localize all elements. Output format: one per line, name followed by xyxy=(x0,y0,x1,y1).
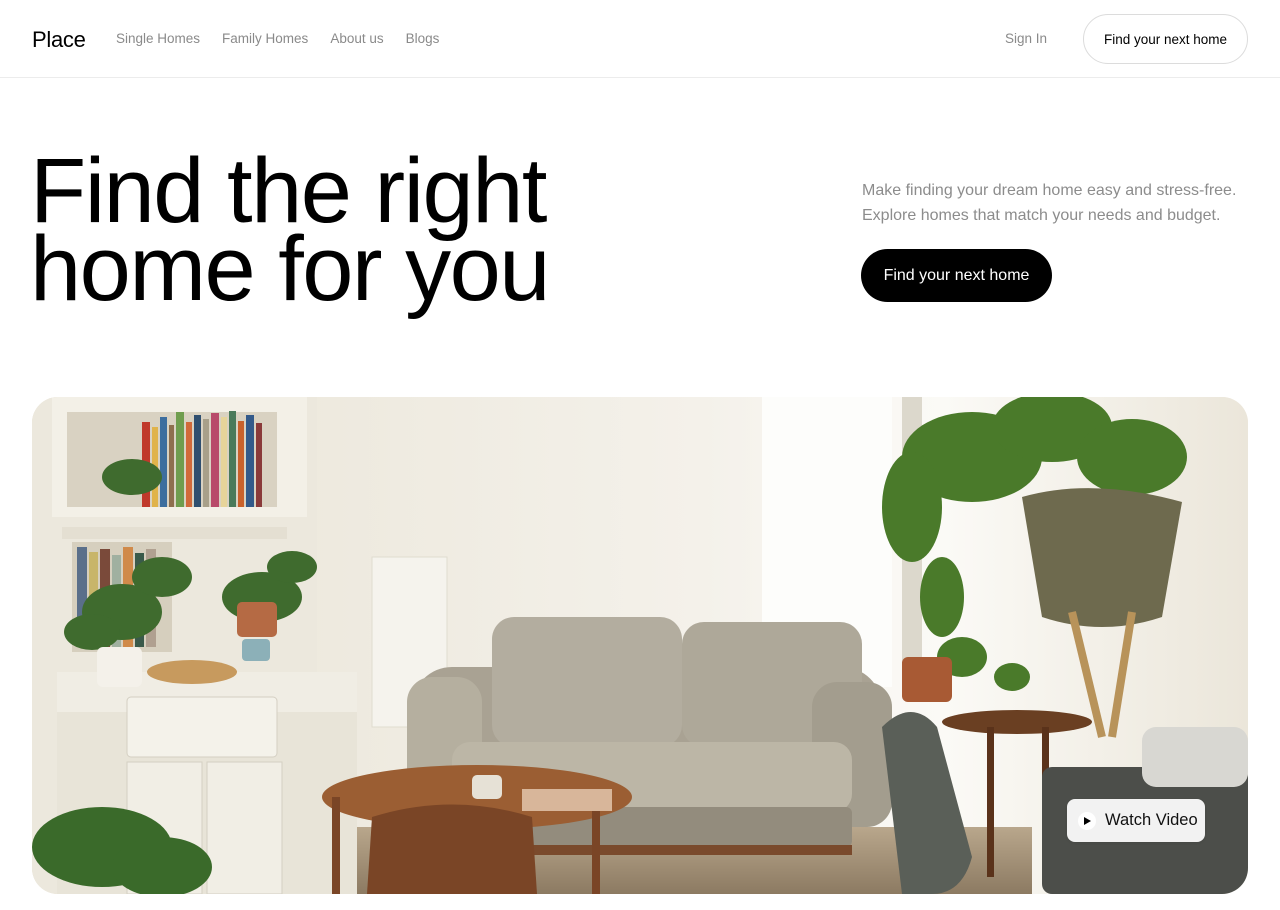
sign-in-link[interactable]: Sign In xyxy=(1005,31,1047,46)
logo[interactable]: Place xyxy=(32,27,86,53)
hero-description-line-2: Explore homes that match your needs and … xyxy=(862,207,1221,224)
play-icon xyxy=(1078,811,1096,830)
watch-video-label: Watch Video xyxy=(1105,811,1198,829)
nav-link-family-homes[interactable]: Family Homes xyxy=(222,31,308,46)
hero-description-line-1: Make finding your dream home easy and st… xyxy=(862,182,1237,199)
nav-link-about-us[interactable]: About us xyxy=(330,31,383,46)
hero-photo: Watch Video xyxy=(32,397,1248,894)
nav-link-single-homes[interactable]: Single Homes xyxy=(116,31,200,46)
main-nav: Single Homes Family Homes About us Blogs xyxy=(116,31,439,46)
header-find-home-button[interactable]: Find your next home xyxy=(1083,14,1248,64)
hero-description: Make finding your dream home easy and st… xyxy=(862,178,1252,228)
site-header: Place Single Homes Family Homes About us… xyxy=(0,0,1280,78)
hero-title: Find the right home for you xyxy=(30,145,650,320)
nav-link-blogs[interactable]: Blogs xyxy=(406,31,440,46)
living-room-illustration xyxy=(32,397,1248,894)
watch-video-button[interactable]: Watch Video xyxy=(1067,799,1205,842)
hero-title-line-2: home for you xyxy=(30,218,550,320)
hero-find-home-button[interactable]: Find your next home xyxy=(861,249,1052,302)
